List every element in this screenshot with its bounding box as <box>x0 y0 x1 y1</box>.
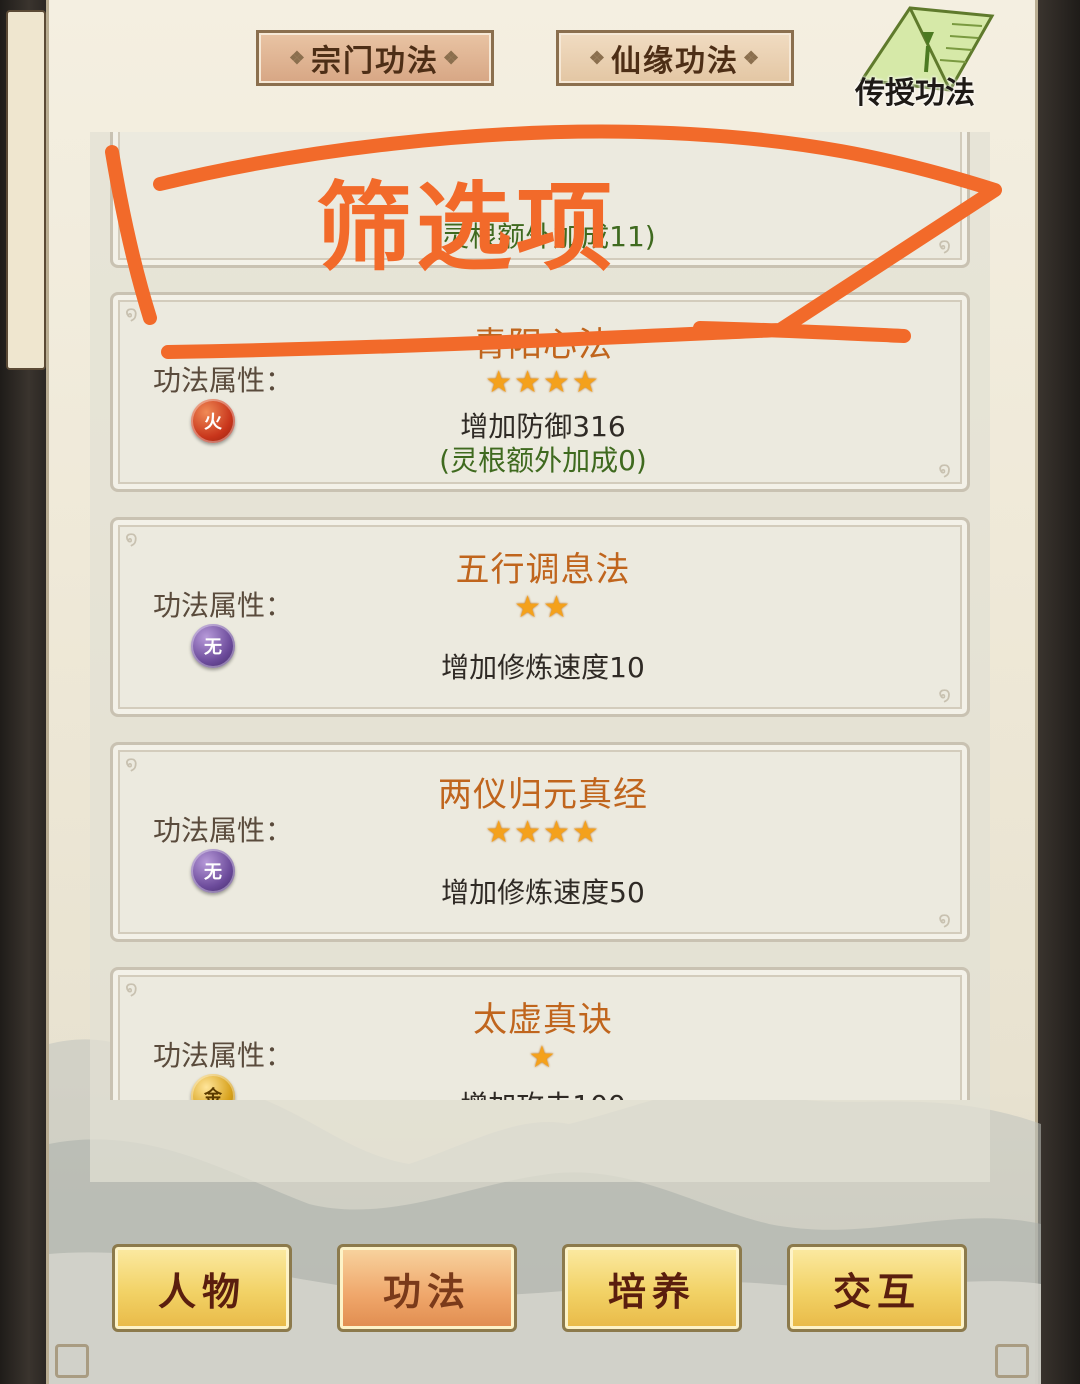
annotation-label: 筛选项 <box>316 172 616 284</box>
fire-element-icon: 火 <box>191 399 235 443</box>
star-icon: ★ <box>514 365 543 400</box>
star-icon: ★ <box>571 365 601 400</box>
side-scroll-decoration <box>6 10 46 370</box>
swirl-ornament: ໑ <box>938 233 951 257</box>
right-margin <box>1038 0 1080 1384</box>
teach-technique-label: 传授功法 <box>855 76 975 111</box>
star-rating: ★★ <box>313 590 773 625</box>
technique-bonus: (灵根额外加成0) <box>439 444 647 477</box>
swirl-ornament: ໑ <box>125 751 138 775</box>
diamond-icon: ❖ <box>588 47 607 69</box>
swirl-ornament: ໑ <box>938 682 951 706</box>
diamond-icon: ❖ <box>288 47 307 69</box>
corner-ornament <box>995 1344 1029 1378</box>
nav-interact-button[interactable]: 交互 <box>787 1244 967 1332</box>
technique-name: 五行调息法 <box>455 550 631 590</box>
technique-attribute-label: 功法属性： <box>153 589 294 622</box>
star-icon: ★ <box>485 815 515 850</box>
technique-attribute-label: 功法属性： <box>153 814 294 847</box>
technique-card[interactable]: ໑ ໑ 功法属性： 火 青阳心法 ★★★★ 增加防御316 (灵根额外加成0) <box>110 292 970 492</box>
technique-name: 青阳心法 <box>473 325 613 365</box>
tab-immortal-techniques[interactable]: ❖ 仙缘功法 ❖ <box>556 30 794 86</box>
swirl-ornament: ໑ <box>125 301 138 325</box>
swirl-ornament: ໑ <box>125 526 138 550</box>
nav-character-button[interactable]: 人物 <box>112 1244 292 1332</box>
star-icon: ★ <box>543 815 572 850</box>
technique-attribute-label: 功法属性： <box>153 364 294 397</box>
star-icon: ★ <box>571 815 601 850</box>
tab-sect-techniques[interactable]: ❖ 宗门功法 ❖ <box>256 30 494 86</box>
swirl-ornament: ໑ <box>125 976 138 1000</box>
technique-effect: 增加攻击100 <box>313 1084 773 1100</box>
none-element-icon: 无 <box>191 849 235 893</box>
technique-effect: 增加修炼速度10 <box>441 651 645 684</box>
diamond-icon: ❖ <box>443 47 462 69</box>
swirl-ornament: ໑ <box>938 907 951 931</box>
star-rating: ★★★★ <box>313 815 773 850</box>
star-icon: ★ <box>543 590 572 625</box>
technique-card[interactable]: ໑ ໑ 功法属性： 无 两仪归元真经 ★★★★ 增加修炼速度50 <box>110 742 970 942</box>
star-rating: ★★★★ <box>313 365 773 400</box>
teach-technique-button[interactable]: 传授功法 <box>822 2 1008 116</box>
none-element-icon: 无 <box>191 624 235 668</box>
metal-element-icon: 金 <box>191 1074 235 1100</box>
technique-effect: 增加修炼速度50 <box>441 876 645 909</box>
corner-ornament <box>55 1344 89 1378</box>
left-margin <box>0 0 48 1384</box>
star-icon: ★ <box>543 365 572 400</box>
technique-name: 太虚真诀 <box>473 1000 613 1040</box>
star-icon: ★ <box>514 815 543 850</box>
technique-attribute-label: 功法属性： <box>153 1039 294 1072</box>
nav-cultivate-button[interactable]: 培养 <box>562 1244 742 1332</box>
tab-label: 仙缘功法 <box>611 44 739 79</box>
star-rating: ★ <box>313 1040 773 1075</box>
swirl-ornament: ໑ <box>938 457 951 481</box>
diamond-icon: ❖ <box>743 47 762 69</box>
technique-name: 两仪归元真经 <box>438 775 648 815</box>
star-icon: ★ <box>514 590 543 625</box>
star-icon: ★ <box>528 1040 558 1075</box>
technique-card[interactable]: ໑ 功法属性： 金 太虚真诀 ★ 增加攻击100 <box>110 967 970 1100</box>
star-icon: ★ <box>485 365 515 400</box>
tab-label: 宗门功法 <box>311 44 439 79</box>
nav-techniques-button[interactable]: 功法 <box>337 1244 517 1332</box>
technique-card[interactable]: ໑ ໑ 功法属性： 无 五行调息法 ★★ 增加修炼速度10 <box>110 517 970 717</box>
